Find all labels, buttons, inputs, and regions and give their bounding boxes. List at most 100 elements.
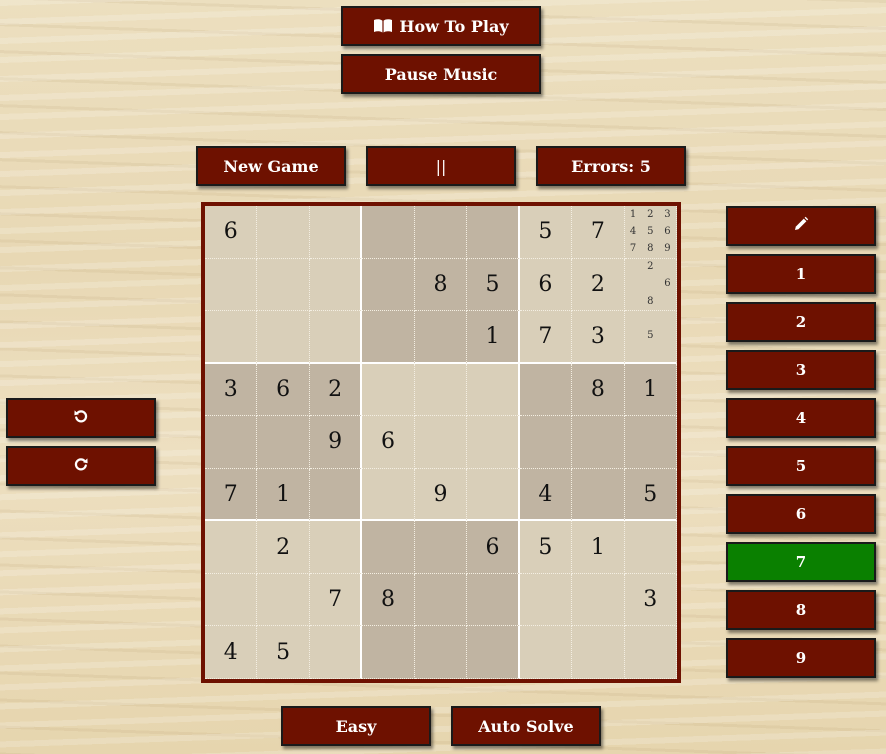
sudoku-cell[interactable] bbox=[257, 258, 310, 312]
difficulty-button[interactable]: Easy bbox=[281, 706, 431, 746]
number-button-5[interactable]: 5 bbox=[726, 446, 876, 486]
sudoku-cell[interactable]: 6 bbox=[519, 258, 573, 312]
sudoku-cell[interactable] bbox=[467, 363, 520, 417]
sudoku-cell[interactable] bbox=[467, 626, 520, 679]
sudoku-cell[interactable]: 1 bbox=[257, 468, 310, 522]
sudoku-cell[interactable] bbox=[362, 258, 415, 312]
pause-music-button[interactable]: Pause Music bbox=[341, 54, 541, 94]
sudoku-cell[interactable]: 3 bbox=[624, 573, 677, 627]
number-button-1[interactable]: 1 bbox=[726, 254, 876, 294]
sudoku-cell[interactable]: 2 bbox=[257, 521, 310, 574]
sudoku-cell[interactable] bbox=[414, 521, 468, 574]
sudoku-cell[interactable] bbox=[257, 416, 310, 469]
number-button-6[interactable]: 6 bbox=[726, 494, 876, 534]
sudoku-cell[interactable]: 6 bbox=[257, 363, 310, 417]
sudoku-cell[interactable] bbox=[572, 468, 625, 522]
sudoku-cell[interactable]: 7 bbox=[519, 311, 573, 364]
sudoku-cell[interactable]: 5 bbox=[519, 521, 573, 574]
sudoku-cell[interactable] bbox=[257, 311, 310, 364]
number-button-8[interactable]: 8 bbox=[726, 590, 876, 630]
number-button-3[interactable]: 3 bbox=[726, 350, 876, 390]
undo-button[interactable] bbox=[6, 398, 156, 438]
redo-button[interactable] bbox=[6, 446, 156, 486]
sudoku-cell[interactable]: 123 456 789 bbox=[624, 206, 677, 259]
how-to-play-button[interactable]: How To Play bbox=[341, 6, 541, 46]
sudoku-cell[interactable] bbox=[257, 573, 310, 627]
pause-button[interactable]: || bbox=[366, 146, 516, 186]
sudoku-cell[interactable] bbox=[362, 311, 415, 364]
sudoku-cell[interactable] bbox=[624, 521, 677, 574]
sudoku-cell[interactable] bbox=[309, 258, 363, 312]
errors-counter: Errors: 5 bbox=[536, 146, 686, 186]
sudoku-cell[interactable]: 3 bbox=[572, 311, 625, 364]
sudoku-cell[interactable] bbox=[309, 311, 363, 364]
sudoku-cell[interactable] bbox=[519, 626, 573, 679]
sudoku-cell[interactable] bbox=[414, 573, 468, 627]
sudoku-cell[interactable] bbox=[362, 206, 415, 259]
sudoku-cell[interactable] bbox=[205, 416, 258, 469]
sudoku-cell[interactable]: 6 bbox=[467, 521, 520, 574]
sudoku-cell[interactable]: 4 bbox=[205, 626, 258, 679]
sudoku-cell[interactable] bbox=[414, 416, 468, 469]
number-button-7[interactable]: 7 bbox=[726, 542, 876, 582]
sudoku-cell[interactable] bbox=[467, 206, 520, 259]
sudoku-cell[interactable] bbox=[309, 521, 363, 574]
sudoku-cell[interactable]: 5 bbox=[624, 468, 677, 522]
pencil-mode-button[interactable] bbox=[726, 206, 876, 246]
sudoku-cell[interactable] bbox=[572, 573, 625, 627]
sudoku-cell[interactable]: 7 bbox=[205, 468, 258, 522]
sudoku-cell[interactable] bbox=[362, 521, 415, 574]
sudoku-cell[interactable] bbox=[519, 573, 573, 627]
sudoku-cell[interactable]: 7 bbox=[572, 206, 625, 259]
sudoku-cell[interactable] bbox=[205, 258, 258, 312]
sudoku-cell[interactable] bbox=[624, 626, 677, 679]
sudoku-cell[interactable]: 9 bbox=[309, 416, 363, 469]
sudoku-cell[interactable] bbox=[467, 416, 520, 469]
sudoku-cell[interactable] bbox=[624, 416, 677, 469]
sudoku-cell[interactable]: 6 bbox=[205, 206, 258, 259]
number-button-4[interactable]: 4 bbox=[726, 398, 876, 438]
sudoku-cell[interactable]: 1 bbox=[467, 311, 520, 364]
sudoku-cell[interactable]: 6 bbox=[362, 416, 415, 469]
sudoku-cell[interactable]: 2 bbox=[572, 258, 625, 312]
sudoku-cell[interactable] bbox=[309, 468, 363, 522]
sudoku-cell[interactable] bbox=[205, 311, 258, 364]
sudoku-cell[interactable] bbox=[205, 521, 258, 574]
sudoku-cell[interactable] bbox=[467, 468, 520, 522]
sudoku-cell[interactable] bbox=[362, 468, 415, 522]
sudoku-cell[interactable]: 8 bbox=[414, 258, 468, 312]
auto-solve-button[interactable]: Auto Solve bbox=[451, 706, 601, 746]
sudoku-cell[interactable] bbox=[414, 311, 468, 364]
sudoku-cell[interactable] bbox=[519, 416, 573, 469]
sudoku-cell[interactable] bbox=[362, 363, 415, 417]
sudoku-cell[interactable]: 2 bbox=[309, 363, 363, 417]
sudoku-cell[interactable]: 1 bbox=[572, 521, 625, 574]
sudoku-cell[interactable]: 5 bbox=[519, 206, 573, 259]
number-button-2[interactable]: 2 bbox=[726, 302, 876, 342]
sudoku-cell[interactable]: 5 bbox=[467, 258, 520, 312]
sudoku-cell[interactable]: 7 bbox=[309, 573, 363, 627]
sudoku-cell[interactable] bbox=[519, 363, 573, 417]
sudoku-cell[interactable]: 268 bbox=[624, 258, 677, 312]
sudoku-cell[interactable]: 4 bbox=[519, 468, 573, 522]
sudoku-cell[interactable]: 5 bbox=[624, 311, 677, 364]
sudoku-cell[interactable]: 8 bbox=[572, 363, 625, 417]
sudoku-cell[interactable]: 1 bbox=[624, 363, 677, 417]
sudoku-cell[interactable] bbox=[362, 626, 415, 679]
sudoku-cell[interactable]: 9 bbox=[414, 468, 468, 522]
sudoku-cell[interactable] bbox=[257, 206, 310, 259]
sudoku-cell[interactable] bbox=[414, 206, 468, 259]
new-game-button[interactable]: New Game bbox=[196, 146, 346, 186]
sudoku-cell[interactable] bbox=[309, 626, 363, 679]
sudoku-cell[interactable] bbox=[309, 206, 363, 259]
sudoku-cell[interactable] bbox=[205, 573, 258, 627]
sudoku-cell[interactable] bbox=[414, 363, 468, 417]
sudoku-cell[interactable] bbox=[572, 416, 625, 469]
sudoku-cell[interactable] bbox=[572, 626, 625, 679]
sudoku-cell[interactable]: 5 bbox=[257, 626, 310, 679]
sudoku-cell[interactable]: 3 bbox=[205, 363, 258, 417]
sudoku-cell[interactable]: 8 bbox=[362, 573, 415, 627]
number-button-9[interactable]: 9 bbox=[726, 638, 876, 678]
sudoku-cell[interactable] bbox=[467, 573, 520, 627]
sudoku-cell[interactable] bbox=[414, 626, 468, 679]
